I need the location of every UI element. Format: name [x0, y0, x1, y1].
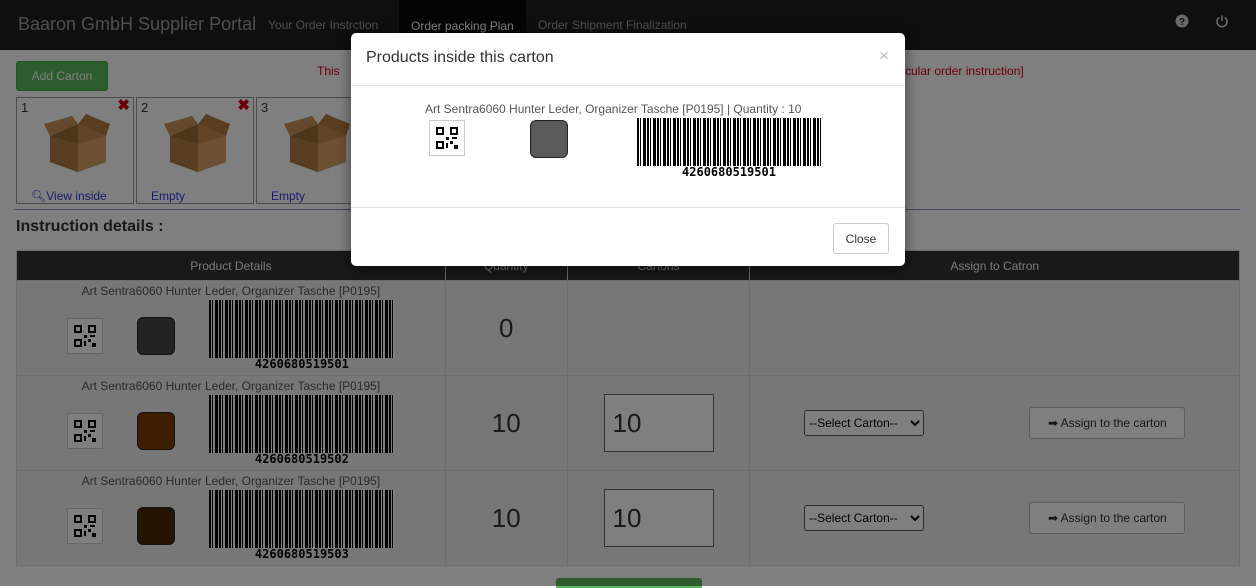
modal-header: Products inside this carton × — [351, 33, 905, 86]
modal-body: Art Sentra6060 Hunter Leder, Organizer T… — [351, 86, 905, 207]
modal-product-line: Art Sentra6060 Hunter Leder, Organizer T… — [425, 102, 802, 116]
qr-code-icon — [429, 120, 465, 156]
barcode-image: 4260680519501 — [637, 118, 821, 180]
barcode-number: 4260680519501 — [682, 165, 776, 179]
modal-footer: Close — [351, 207, 905, 267]
color-swatch — [530, 120, 568, 158]
products-modal: Products inside this carton × Art Sentra… — [351, 33, 905, 266]
modal-title: Products inside this carton — [366, 49, 554, 66]
close-icon[interactable]: × — [879, 46, 889, 66]
close-button[interactable]: Close — [833, 223, 889, 254]
